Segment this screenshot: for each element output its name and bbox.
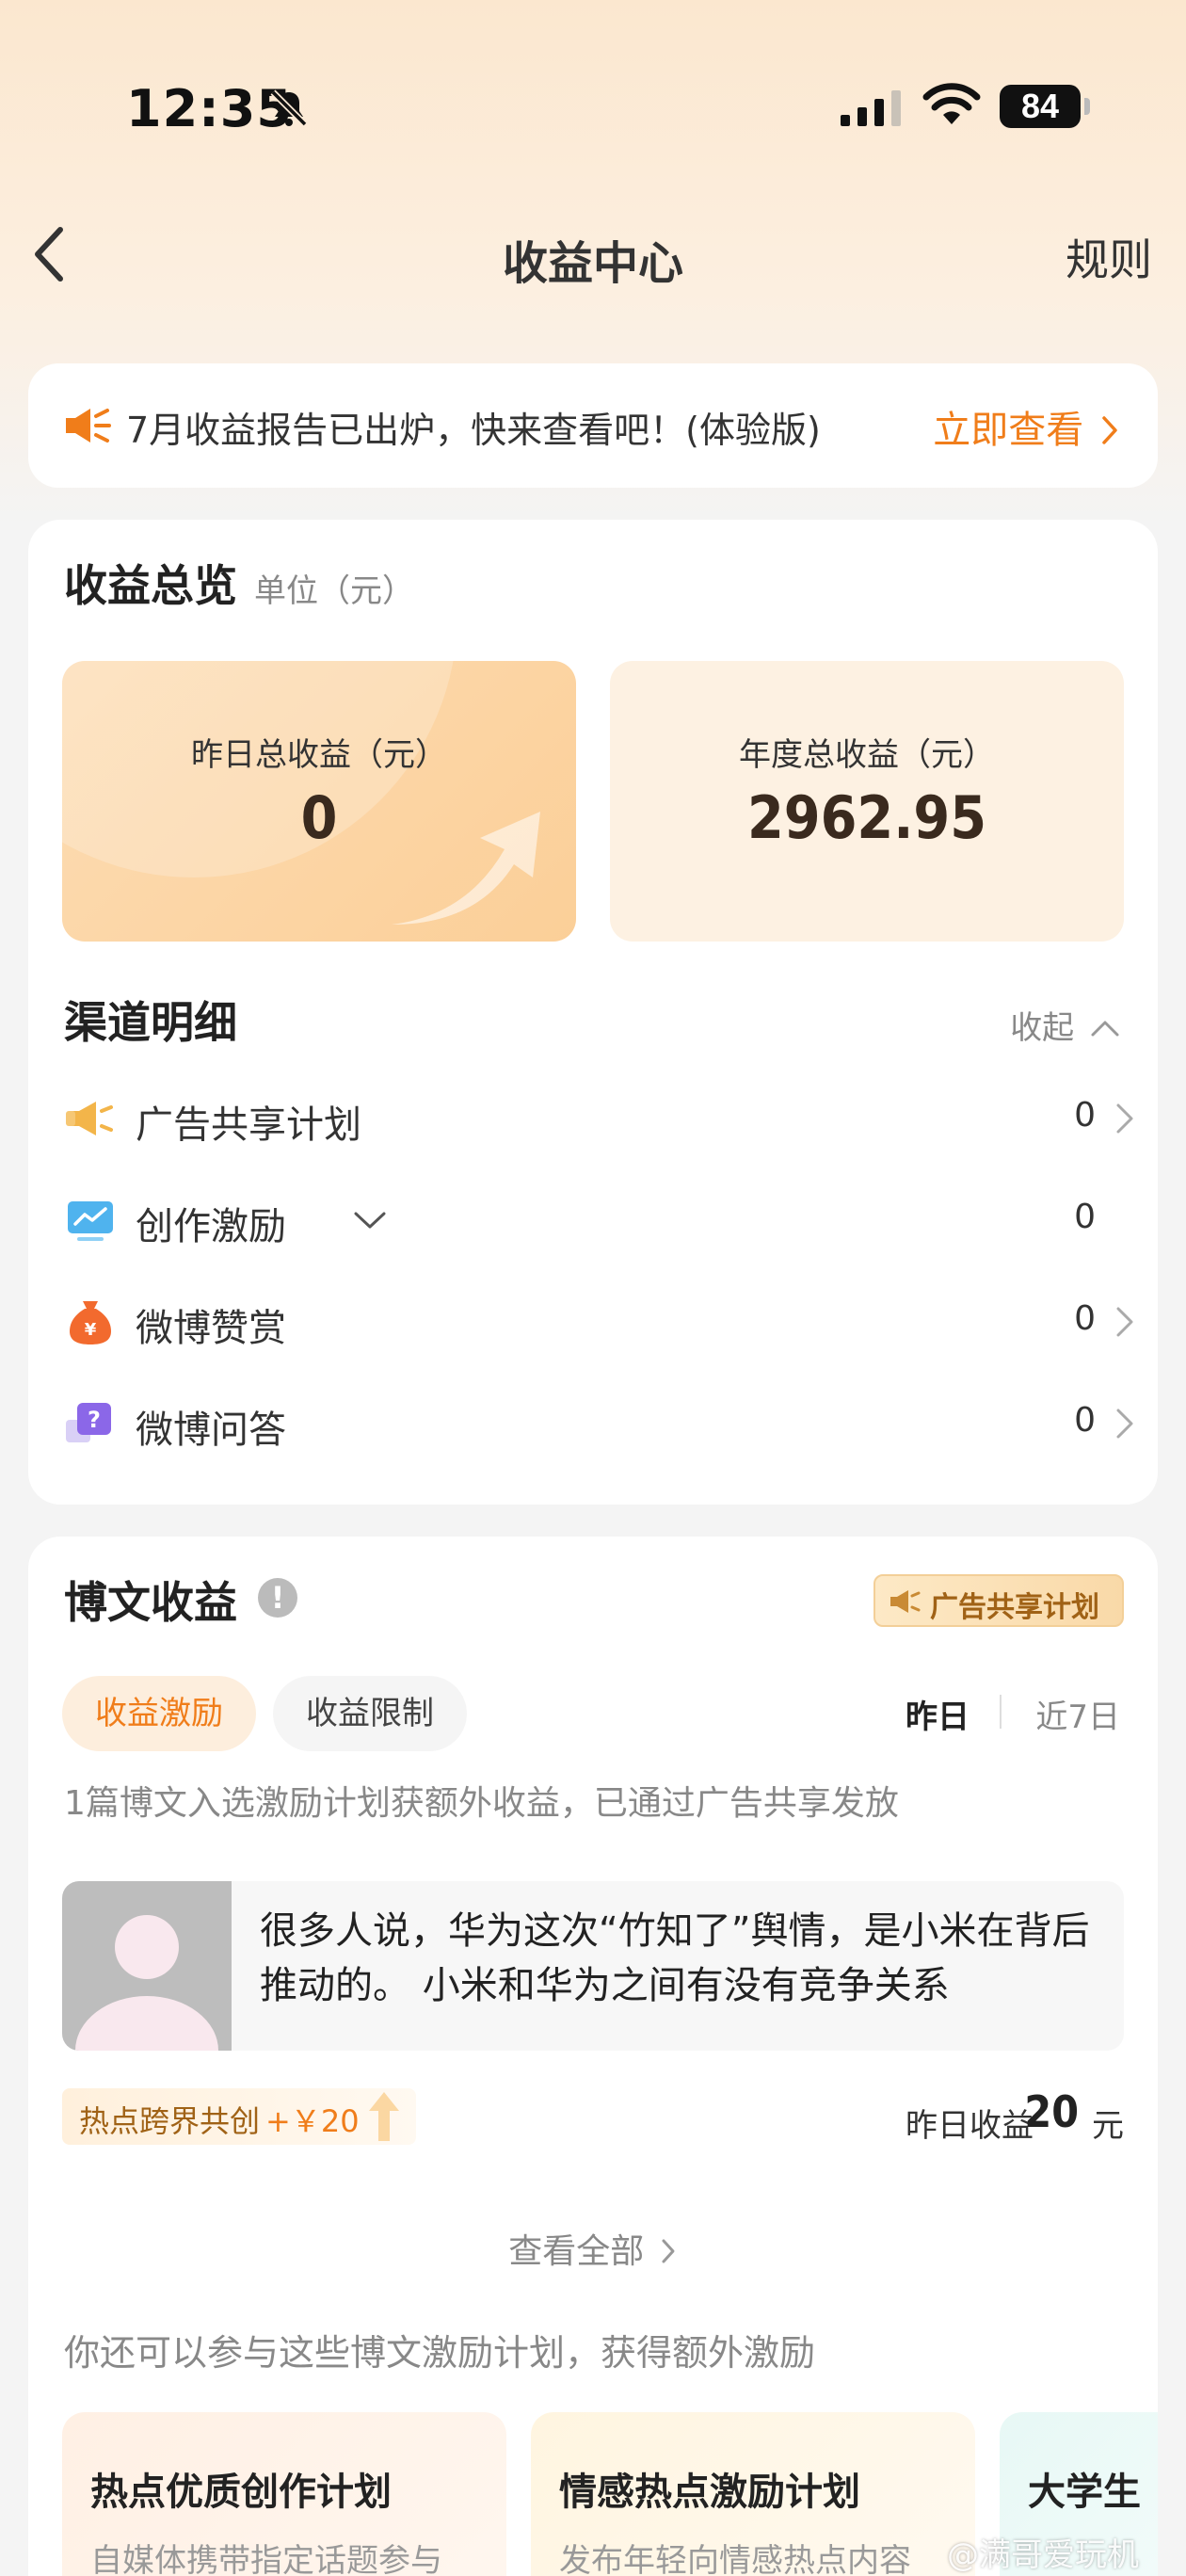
plan-description: 发布年轻向情感热点内容 — [559, 2542, 911, 2576]
collapse-toggle[interactable]: 收起 — [1010, 1002, 1120, 1048]
earnings-overview-card: 收益总览 单位（元） 昨日总收益（元） 0 年度总收益（元） 2962.95 渠… — [28, 520, 1158, 1505]
wifi-icon — [922, 83, 981, 124]
notice-text: 7月收益报告已出炉，快来查看吧！(体验版) — [126, 410, 821, 451]
post-text: 很多人说，华为这次“竹知了”舆情，是小米在背后推动的。 小米和华为之间有没有竞争… — [260, 1909, 1090, 2007]
report-notice-banner[interactable]: 7月收益报告已出炉，快来查看吧！(体验版) 立即查看 — [28, 363, 1158, 488]
plan-card[interactable]: 热点优质创作计划 自媒体携带指定话题参与 — [62, 2412, 506, 2576]
channels-title: 渠道明细 — [64, 997, 237, 1048]
svg-text:¥: ¥ — [85, 1320, 97, 1340]
battery-level: 84 — [1020, 87, 1060, 125]
tab-earnings-restriction[interactable]: 收益限制 — [273, 1676, 467, 1751]
channel-label: 广告共享计划 — [136, 1103, 361, 1147]
megaphone-icon — [66, 1102, 113, 1135]
channel-value: 0 — [1074, 1096, 1096, 1135]
post-yesterday-unit: 元 — [1092, 2107, 1124, 2145]
up-arrow-icon — [368, 2092, 399, 2141]
hot-topic-label: 热点跨界共创 — [79, 2103, 261, 2139]
channel-value: 0 — [1074, 1198, 1096, 1236]
post-earnings-title: 博文收益 — [64, 1577, 237, 1628]
yesterday-total-label: 昨日总收益（元） — [191, 736, 447, 774]
channel-row-weibo-reward[interactable]: ¥ 微博赞赏 0 — [64, 1277, 1137, 1367]
question-bubble-icon: ? — [66, 1403, 111, 1442]
info-icon[interactable]: ! — [258, 1578, 297, 1618]
post-earnings-card: 博文收益 ! 广告共享计划 收益激励 收益限制 昨日 近7日 1篇博文入选激励计… — [28, 1537, 1158, 2576]
bell-off-icon — [270, 89, 308, 127]
channel-row-weibo-qa[interactable]: ? 微博问答 0 — [64, 1378, 1137, 1469]
post-earnings-description: 1篇博文入选激励计划获额外收益，已通过广告共享发放 — [64, 1784, 899, 1823]
channel-value: 0 — [1074, 1401, 1096, 1440]
invite-text: 你还可以参与这些博文激励计划，获得额外激励 — [64, 2332, 816, 2374]
period-last-7-days[interactable]: 近7日 — [1035, 1691, 1120, 1737]
chevron-right-icon — [1116, 1103, 1133, 1134]
page-title: 收益中心 — [502, 237, 683, 290]
post-item[interactable]: 很多人说，华为这次“竹知了”舆情，是小米在背后推动的。 小米和华为之间有没有竞争… — [62, 1881, 1124, 2051]
avatar-placeholder — [62, 1881, 232, 2051]
overview-title: 收益总览 — [64, 560, 237, 611]
watermark: @满哥爱玩机 — [947, 2536, 1139, 2574]
chevron-right-icon — [1116, 1409, 1133, 1439]
ad-share-badge-label: 广告共享计划 — [930, 1591, 1099, 1624]
period-divider — [1000, 1695, 1002, 1729]
megaphone-icon — [890, 1590, 921, 1613]
hot-topic-tag: 热点跨界共创 +￥20 — [62, 2088, 416, 2145]
annual-total-card: 年度总收益（元） 2962.95 — [610, 661, 1124, 942]
view-all-label: 查看全部 — [508, 2232, 645, 2271]
channel-label: 创作激励 — [136, 1205, 286, 1248]
plan-description: 自媒体携带指定话题参与 — [90, 2542, 442, 2576]
view-report-link[interactable]: 立即查看 — [933, 399, 1120, 454]
channel-label: 微博赞赏 — [136, 1307, 286, 1350]
period-yesterday[interactable]: 昨日 — [906, 1691, 970, 1737]
chevron-right-icon — [1116, 1307, 1133, 1337]
channel-value: 0 — [1074, 1299, 1096, 1338]
plan-title: 情感热点激励计划 — [559, 2471, 860, 2514]
chevron-up-icon — [1091, 1021, 1119, 1037]
annual-total-value: 2962.95 — [746, 783, 987, 852]
plan-title: 热点优质创作计划 — [90, 2471, 392, 2514]
chevron-down-icon[interactable] — [352, 1209, 388, 1232]
channel-row-ad-share[interactable]: 广告共享计划 0 — [64, 1073, 1137, 1164]
overview-unit: 单位（元） — [254, 572, 414, 610]
ad-share-badge[interactable]: 广告共享计划 — [873, 1574, 1124, 1627]
channel-row-creation-incentive[interactable]: 创作激励 0 — [64, 1175, 1137, 1265]
plan-card[interactable]: 情感热点激励计划 发布年轻向情感热点内容 — [531, 2412, 975, 2576]
annual-total-label: 年度总收益（元） — [739, 736, 995, 774]
post-yesterday-value: 20 — [1024, 2086, 1079, 2137]
yesterday-total-card: 昨日总收益（元） 0 — [62, 661, 576, 942]
collapse-label: 收起 — [1010, 1009, 1075, 1047]
tab-earnings-incentive[interactable]: 收益激励 — [62, 1676, 256, 1751]
plan-title: 大学生 — [1028, 2471, 1141, 2514]
battery-icon: 84 — [1000, 85, 1090, 128]
megaphone-icon — [66, 409, 111, 443]
view-report-label: 立即查看 — [933, 409, 1084, 452]
hot-topic-amount: +￥20 — [265, 2103, 360, 2139]
post-yesterday-label: 昨日收益 — [906, 2107, 1034, 2145]
svg-text:?: ? — [88, 1407, 101, 1433]
chevron-right-icon — [662, 2239, 675, 2263]
money-bag-icon: ¥ — [70, 1301, 111, 1344]
chevron-right-icon — [1102, 416, 1117, 444]
view-all-link[interactable]: 查看全部 — [28, 2224, 1158, 2273]
channel-label: 微博问答 — [136, 1409, 286, 1452]
user-silhouette-icon — [75, 1915, 218, 2051]
rules-link[interactable]: 规则 — [1066, 226, 1152, 288]
yesterday-total-value: 0 — [300, 783, 338, 852]
cellular-signal-icon — [841, 90, 901, 126]
trend-chart-icon — [68, 1201, 113, 1241]
